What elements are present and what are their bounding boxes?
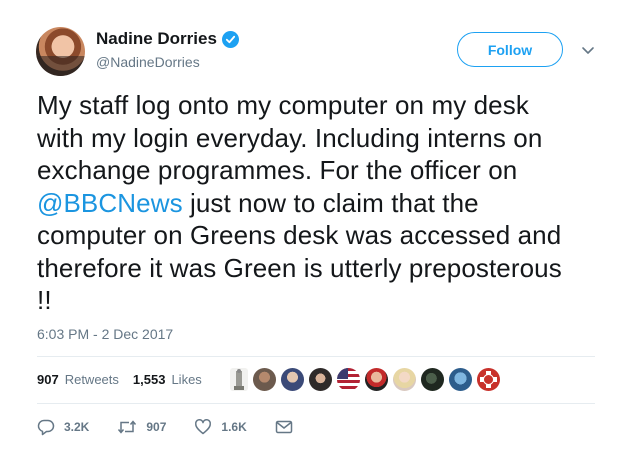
like-button[interactable]: 1.6K	[194, 418, 247, 436]
divider	[37, 356, 595, 357]
likes-count[interactable]: 1,553	[133, 372, 166, 387]
liker-avatar[interactable]	[393, 368, 416, 391]
liker-avatar[interactable]	[421, 368, 444, 391]
follow-button[interactable]: Follow	[457, 32, 563, 67]
tweet-line: !!	[37, 285, 52, 315]
tweet-line: exchange programmes. For the officer on	[37, 155, 518, 185]
liker-avatar[interactable]	[230, 368, 248, 391]
tweet-card: Nadine Dorries @NadineDorries Follow My …	[0, 0, 631, 467]
tweet-line: therefore it was Green is utterly prepos…	[37, 252, 562, 283]
retweets-count[interactable]: 907	[37, 372, 59, 387]
liker-avatar[interactable]	[253, 368, 276, 391]
author-name-row: Nadine Dorries	[96, 29, 239, 49]
avatar-shade	[36, 56, 85, 76]
like-count: 1.6K	[221, 420, 247, 434]
direct-message-button[interactable]	[275, 419, 293, 435]
author-handle[interactable]: @NadineDorries	[96, 54, 200, 70]
liker-avatar[interactable]	[365, 368, 388, 391]
liker-avatar[interactable]	[309, 368, 332, 391]
liker-avatar[interactable]	[449, 368, 472, 391]
liker-avatar[interactable]	[281, 368, 304, 391]
liker-avatar[interactable]	[477, 368, 500, 391]
author-avatar[interactable]	[36, 27, 85, 76]
divider	[37, 403, 595, 404]
retweet-button[interactable]: 907	[117, 418, 166, 436]
tweet-actions: 3.2K 907 1.6K	[37, 418, 321, 436]
retweets-label[interactable]: Retweets	[65, 372, 119, 387]
likes-label[interactable]: Likes	[171, 372, 201, 387]
tweet-line: with my login everyday. Including intern…	[37, 122, 543, 153]
tweet-line: computer on Greens desk was accessed and	[37, 220, 562, 250]
tweet-line: My staff log onto my computer on my desk	[37, 90, 529, 120]
reply-icon	[37, 418, 55, 436]
author-name[interactable]: Nadine Dorries	[96, 29, 217, 49]
tweet-text: My staff log onto my computer on my desk…	[37, 89, 612, 317]
tweet-line: @BBCNews just now to claim that the	[37, 187, 612, 220]
like-icon	[194, 418, 212, 436]
reply-button[interactable]: 3.2K	[37, 418, 89, 436]
chevron-down-icon[interactable]	[580, 42, 596, 58]
reply-count: 3.2K	[64, 420, 90, 434]
engagement-stats: 907 Retweets 1,553 Likes	[37, 372, 202, 387]
mention-link[interactable]: @BBCNews	[37, 188, 183, 218]
verified-icon	[221, 30, 239, 48]
retweet-count: 907	[146, 420, 167, 434]
liker-avatars	[230, 368, 500, 391]
retweet-icon	[117, 418, 137, 436]
liker-avatar[interactable]	[337, 368, 360, 391]
tweet-line-rest: just now to claim that the	[182, 187, 479, 218]
tweet-timestamp[interactable]: 6:03 PM - 2 Dec 2017	[37, 326, 173, 342]
message-icon	[275, 419, 293, 435]
